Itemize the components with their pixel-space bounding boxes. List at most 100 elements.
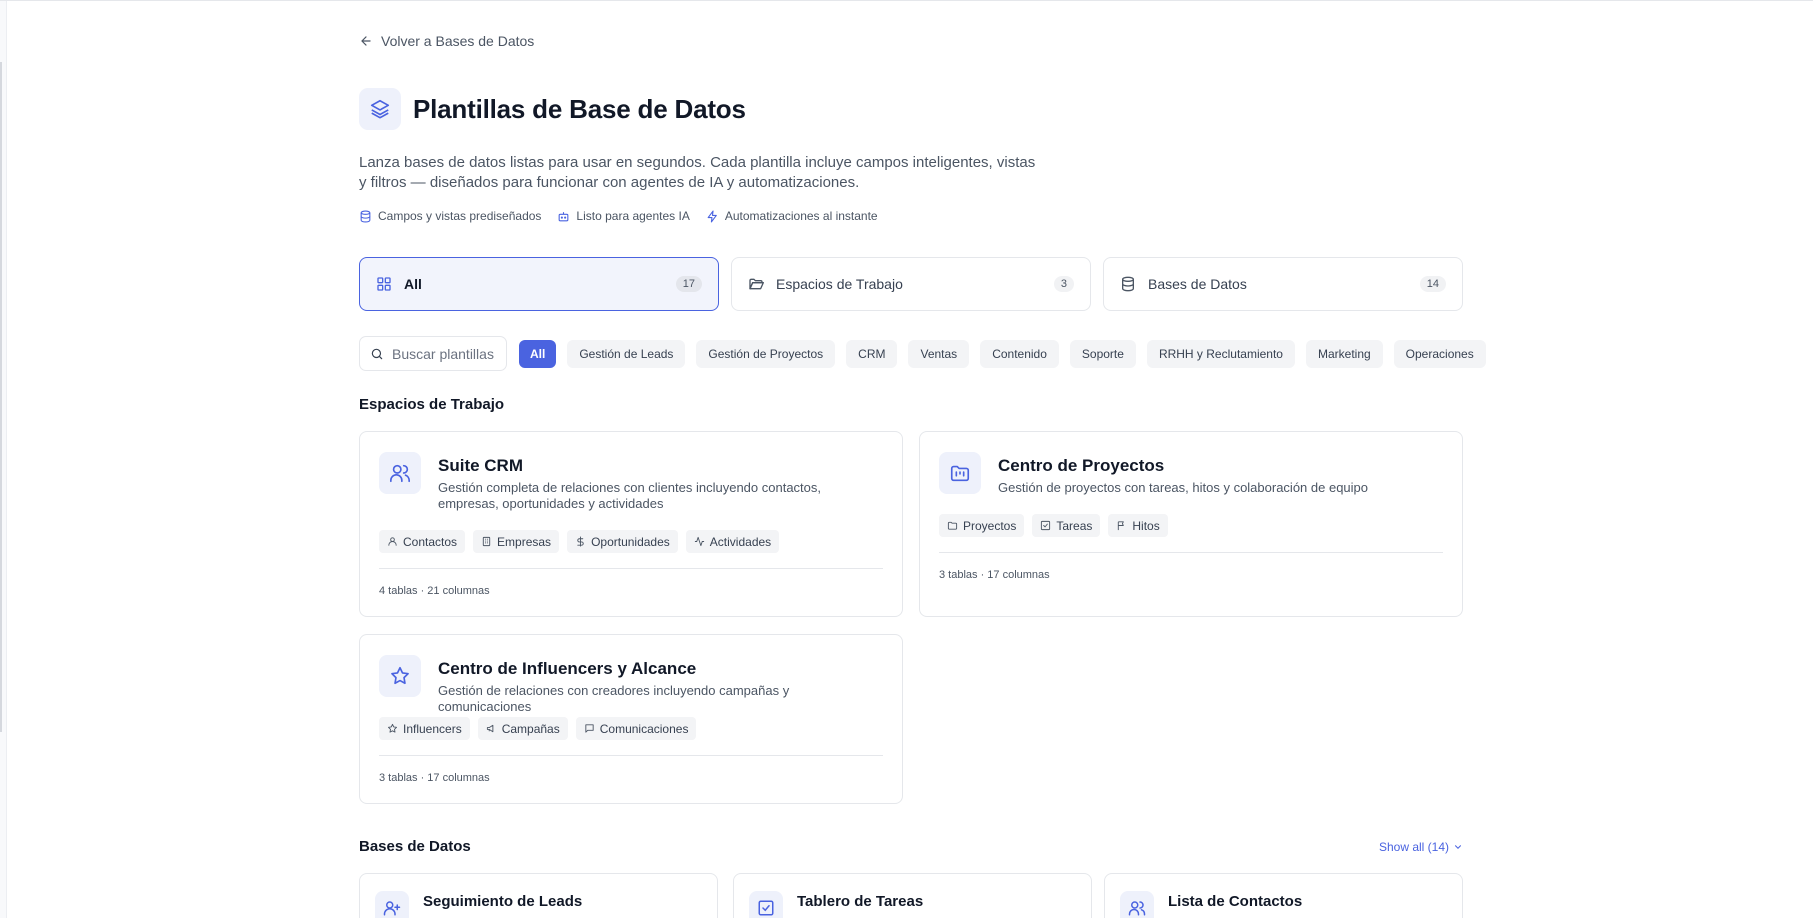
category-chip[interactable]: Operaciones (1393, 339, 1486, 368)
card-meta: 3 tablas · 17 columnas (939, 569, 1050, 581)
database-icon (1122, 276, 1134, 292)
category-chip[interactable]: Marketing (1305, 339, 1383, 368)
tag-label: Actividades (709, 534, 772, 549)
database-card-title: Seguimiento de Leads (423, 893, 583, 910)
tab-label: All (404, 276, 422, 292)
table-tag: Proyectos (939, 514, 1025, 537)
lightning-icon (707, 210, 717, 222)
card-divider (379, 755, 883, 756)
checkbox-icon (749, 891, 783, 918)
table-tag: Comunicaciones (575, 717, 697, 740)
search-icon (371, 348, 383, 359)
table-tag: Tareas (1032, 514, 1101, 537)
tag-label: Hitos (1132, 518, 1160, 533)
search-placeholder: Buscar plantillas (392, 345, 494, 362)
folder-icon (947, 521, 958, 530)
category-chips: All Gestión de Leads Gestión de Proyecto… (519, 339, 1486, 368)
megaphone-icon (486, 724, 494, 733)
table-tag: Hitos (1108, 514, 1168, 537)
arrow-left-icon (361, 36, 371, 46)
feature-label: Campos y vistas prediseñados (378, 209, 542, 223)
tag-label: Proyectos (963, 518, 1017, 533)
section-title-databases: Bases de Datos (359, 838, 471, 855)
flag-icon (1118, 521, 1125, 531)
feature-item: Campos y vistas prediseñados (359, 209, 541, 223)
filter-row: Buscar plantillas All Gestión de Leads G… (359, 336, 1486, 371)
card-divider (939, 552, 1443, 553)
card-title: Centro de Proyectos (998, 456, 1165, 475)
dollar-icon (577, 536, 584, 547)
layers-icon (359, 88, 401, 130)
workspace-card-crm[interactable]: Suite CRM Gestión completa de relaciones… (359, 431, 903, 617)
back-link[interactable]: Volver a Bases de Datos (359, 33, 534, 49)
tag-label: Campañas (501, 721, 560, 736)
table-tag: Actividades (685, 530, 780, 553)
feature-list: Campos y vistas prediseñados Listo para … (359, 209, 878, 223)
card-meta: 4 tablas · 21 columnas (379, 585, 490, 597)
card-title: Suite CRM (438, 456, 523, 475)
category-chip[interactable]: Gestión de Proyectos (696, 339, 836, 368)
tag-label: Influencers (403, 721, 462, 736)
user-plus-icon (375, 891, 409, 918)
tag-label: Comunicaciones (599, 721, 689, 736)
star-icon (388, 723, 397, 733)
category-chip[interactable]: Ventas (908, 339, 970, 368)
tag-label: Empresas (497, 534, 552, 549)
table-tag: Oportunidades (567, 530, 678, 553)
workspace-card-projects[interactable]: Centro de Proyectos Gestión de proyectos… (919, 431, 1463, 617)
tag-label: Tareas (1056, 518, 1093, 533)
show-all-button[interactable]: Show all (14) (1379, 840, 1463, 854)
checkbox-icon (1041, 520, 1051, 531)
chevron-down-icon (1454, 845, 1462, 849)
bot-icon (559, 211, 569, 221)
category-chip-all[interactable]: All (519, 339, 557, 368)
page-title: Plantillas de Base de Datos (413, 93, 746, 124)
feature-label: Automatizaciones al instante (724, 209, 878, 223)
card-tags: Influencers Campañas Comunicaciones (379, 717, 697, 740)
feature-label: Listo para agentes IA (576, 209, 690, 223)
tab-workspaces[interactable]: Espacios de Trabajo 3 (731, 257, 1091, 311)
user-icon (388, 537, 397, 546)
tab-count-badge: 17 (675, 276, 702, 292)
table-tag: Contactos (379, 530, 466, 553)
card-description: Gestión completa de relaciones con clien… (438, 480, 821, 511)
tab-count-badge: 3 (1053, 276, 1074, 292)
table-tag: Empresas (473, 530, 560, 553)
workspace-card-influencers[interactable]: Centro de Influencers y Alcance Gestión … (359, 634, 903, 804)
database-card-title: Lista de Contactos (1168, 893, 1303, 910)
database-card[interactable]: Tablero de Tareas (733, 873, 1092, 918)
category-chip[interactable]: CRM (846, 339, 898, 368)
card-tags: Proyectos Tareas Hitos (939, 514, 1168, 537)
feature-item: Listo para agentes IA (557, 209, 690, 223)
tab-all[interactable]: All 17 (359, 257, 719, 311)
folder-open-icon (749, 278, 764, 290)
category-chip[interactable]: Soporte (1069, 339, 1136, 368)
category-chip[interactable]: Contenido (980, 339, 1059, 368)
database-card[interactable]: Seguimiento de Leads (359, 873, 718, 918)
search-input[interactable]: Buscar plantillas (359, 336, 507, 371)
category-chip[interactable]: Gestión de Leads (567, 339, 686, 368)
card-title: Centro de Influencers y Alcance (438, 659, 697, 678)
show-all-label: Show all (14) (1378, 840, 1449, 854)
feature-item: Automatizaciones al instante (706, 209, 878, 223)
database-card[interactable]: Lista de Contactos (1104, 873, 1463, 918)
category-chip[interactable]: RRHH y Reclutamiento (1146, 339, 1295, 368)
table-tag: Campañas (477, 717, 568, 740)
tab-label: Espacios de Trabajo (776, 276, 903, 292)
message-icon (585, 724, 594, 733)
card-description: Gestión de proyectos con tareas, hitos y… (998, 480, 1369, 495)
tag-label: Contactos (403, 534, 458, 549)
panel-edge-mark (0, 62, 2, 732)
tab-count-badge: 14 (1419, 276, 1446, 292)
folder-kanban-icon (939, 452, 981, 494)
card-divider (379, 568, 883, 569)
page-description: Lanza bases de datos listas para usar en… (359, 154, 1036, 191)
tag-label: Oportunidades (591, 534, 670, 549)
users-icon (379, 452, 421, 494)
left-edge-panel (0, 0, 7, 918)
building-icon (482, 536, 491, 547)
section-title-workspaces: Espacios de Trabajo (359, 396, 505, 413)
top-divider (0, 0, 1813, 1)
tab-databases[interactable]: Bases de Datos 14 (1103, 257, 1463, 311)
database-icon (360, 210, 371, 222)
